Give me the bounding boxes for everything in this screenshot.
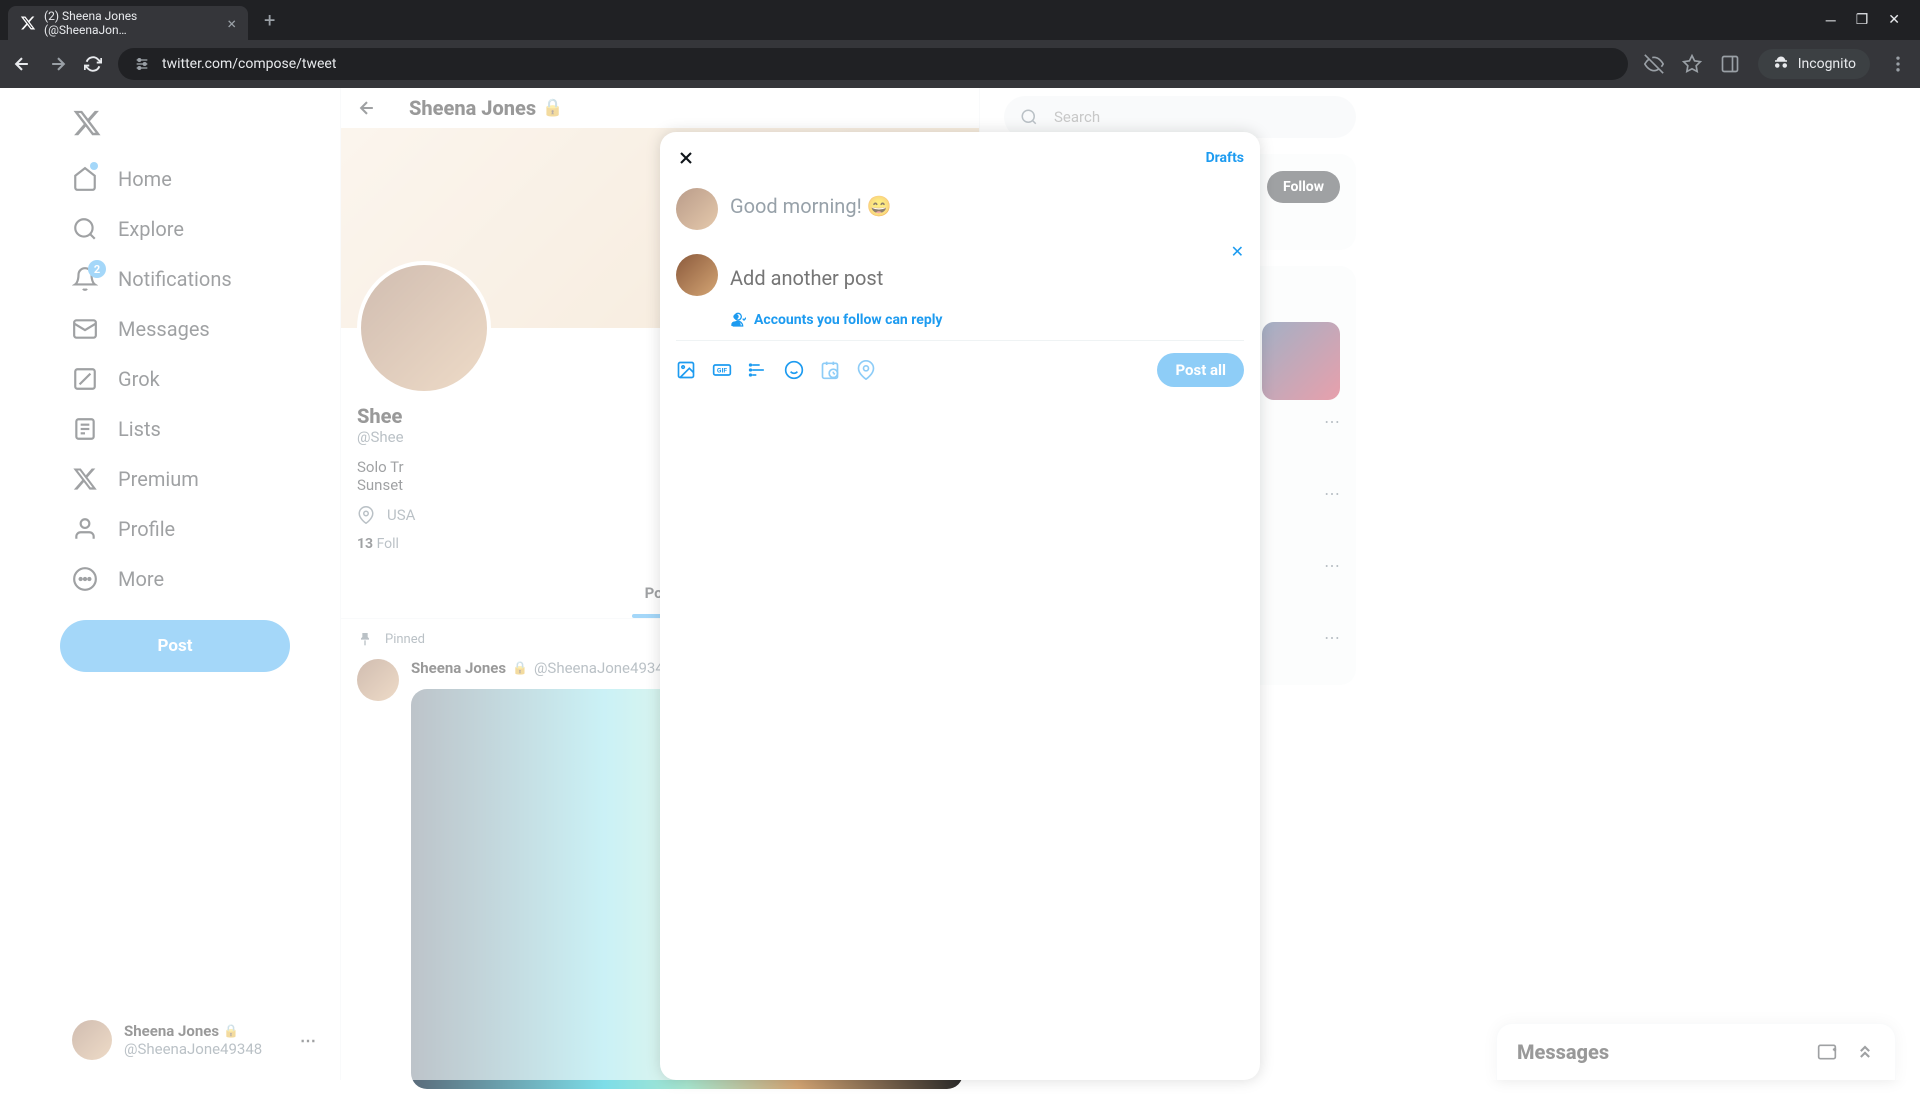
compose-modal: Drafts Good morning! 😄 ✕ Accounts you fo… <box>660 132 1260 1080</box>
modal-header: Drafts <box>676 140 1244 176</box>
close-icon[interactable] <box>676 148 696 168</box>
site-settings-icon[interactable] <box>134 56 150 72</box>
compose-post-2[interactable]: ✕ <box>676 242 1244 308</box>
maximize-icon[interactable]: ❐ <box>1856 12 1869 29</box>
close-window-icon[interactable]: ✕ <box>1888 12 1900 29</box>
app-root: Home Explore 2 Notifications Messages Gr… <box>0 88 1920 1080</box>
poll-icon[interactable] <box>748 360 768 380</box>
forward-button[interactable] <box>48 54 68 74</box>
reload-button[interactable] <box>84 55 102 73</box>
avatar <box>676 254 718 296</box>
remove-post-icon[interactable]: ✕ <box>1231 242 1244 261</box>
tab-title: (2) Sheena Jones (@SheenaJon… <box>44 9 219 37</box>
menu-icon[interactable] <box>1888 54 1908 74</box>
back-button[interactable] <box>12 54 32 74</box>
post-all-button[interactable]: Post all <box>1157 353 1244 387</box>
new-tab-button[interactable]: + <box>256 4 283 36</box>
compose-toolbar: GIF Post all <box>676 340 1244 387</box>
tab-close-icon[interactable]: × <box>227 14 236 33</box>
url-text: twitter.com/compose/tweet <box>162 56 336 72</box>
avatar <box>676 188 718 230</box>
svg-text:GIF: GIF <box>717 367 727 375</box>
browser-toolbar: twitter.com/compose/tweet Incognito <box>0 40 1920 88</box>
gif-icon[interactable]: GIF <box>712 360 732 380</box>
tab-bar: (2) Sheena Jones (@SheenaJon… × + ─ ❐ ✕ <box>0 0 1920 40</box>
compose-post-1[interactable]: Good morning! 😄 <box>676 176 1244 242</box>
emoji-icon[interactable] <box>784 360 804 380</box>
user-check-icon <box>730 312 746 328</box>
bookmark-star-icon[interactable] <box>1682 54 1702 74</box>
browser-chrome: (2) Sheena Jones (@SheenaJon… × + ─ ❐ ✕ … <box>0 0 1920 88</box>
media-icon[interactable] <box>676 360 696 380</box>
x-favicon <box>20 15 36 31</box>
toolbar-right-icons: Incognito <box>1644 49 1908 79</box>
url-bar[interactable]: twitter.com/compose/tweet <box>118 48 1628 80</box>
eye-off-icon[interactable] <box>1644 54 1664 74</box>
drafts-link[interactable]: Drafts <box>1206 150 1244 166</box>
minimize-icon[interactable]: ─ <box>1826 12 1836 29</box>
browser-tab[interactable]: (2) Sheena Jones (@SheenaJon… × <box>8 6 248 40</box>
panel-icon[interactable] <box>1720 54 1740 74</box>
compose-text-1[interactable]: Good morning! 😄 <box>730 188 1244 230</box>
location-icon[interactable] <box>856 360 876 380</box>
compose-input-2[interactable] <box>730 254 1244 296</box>
window-controls: ─ ❐ ✕ <box>1826 12 1912 29</box>
incognito-badge[interactable]: Incognito <box>1758 49 1870 79</box>
reply-setting[interactable]: Accounts you follow can reply <box>676 308 1244 340</box>
schedule-icon[interactable] <box>820 360 840 380</box>
